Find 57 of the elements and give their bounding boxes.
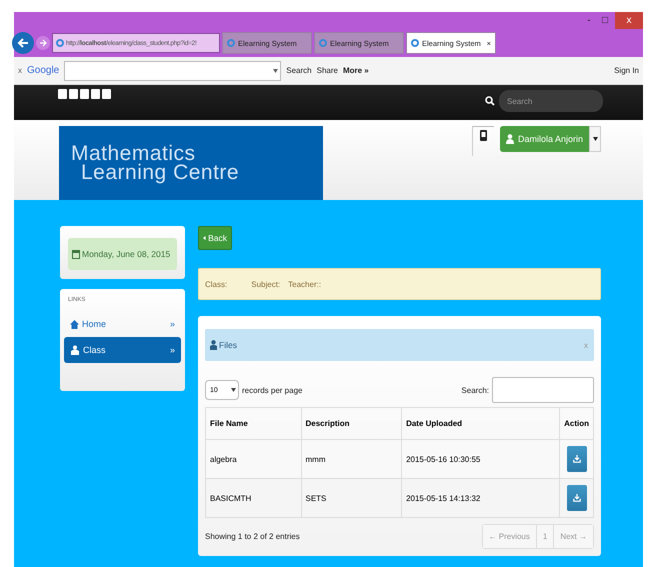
table-search-field[interactable]	[492, 377, 594, 403]
caret-icon	[231, 388, 236, 392]
table-cell: SETS	[301, 478, 402, 518]
download-icon	[572, 454, 581, 464]
person-icon	[70, 345, 80, 355]
more-button[interactable]: More »	[342, 66, 369, 75]
page-icon	[411, 39, 419, 47]
column-header: File Name	[206, 408, 301, 440]
google-search-field[interactable]	[64, 60, 282, 80]
table-cell: 2015-05-15 14:13:32	[402, 478, 560, 518]
page-icon	[227, 39, 235, 47]
back-button[interactable]	[12, 32, 34, 54]
previous-link[interactable]: ← Previous	[482, 525, 536, 548]
caret-icon	[592, 136, 598, 140]
search-button[interactable]: Search	[286, 66, 312, 75]
sign-in-button[interactable]: Sign In	[614, 66, 639, 75]
sidebar-item[interactable]: Class »	[64, 337, 181, 363]
share-button[interactable]: Share	[316, 66, 338, 75]
window-control[interactable]: □	[599, 12, 611, 29]
user-menu-button[interactable]: Damilola Anjorin	[500, 126, 589, 152]
teacher-label: Teacher::	[288, 280, 322, 288]
search-icon	[485, 96, 495, 106]
date-label: Monday, June 08, 2015	[68, 238, 177, 270]
page-icon	[56, 39, 64, 47]
back-button[interactable]: Back	[198, 226, 232, 250]
calendar-icon	[72, 249, 80, 259]
search-field[interactable]: Search	[499, 90, 603, 112]
page-size-label: records per page	[242, 386, 302, 394]
class-label: Class:	[205, 280, 228, 288]
download-button[interactable]	[566, 485, 587, 511]
page-number-link[interactable]: 1	[536, 525, 554, 548]
download-icon	[572, 493, 581, 503]
table-cell: BASICMTH	[206, 478, 301, 518]
left-arrow-icon	[17, 37, 29, 49]
forward-button[interactable]	[36, 36, 50, 50]
phone-icon[interactable]	[472, 126, 494, 156]
column-header: Date Uploaded	[402, 408, 560, 440]
search-label: Search:	[461, 386, 489, 394]
home-icon	[70, 320, 79, 328]
person-icon	[210, 340, 217, 350]
site-logo: Mathematics Learning Centre	[59, 126, 323, 200]
panel-title: Files	[210, 340, 237, 350]
right-arrow-icon	[39, 39, 47, 47]
google-logo: Google	[27, 65, 60, 76]
close-toolbar-button[interactable]: x	[18, 66, 22, 75]
window-control[interactable]: -	[583, 12, 595, 29]
caret-icon	[273, 68, 278, 72]
sidebar-item[interactable]: Home »	[64, 311, 181, 337]
dropdown-button[interactable]	[589, 126, 601, 152]
left-arrow-icon	[203, 234, 206, 242]
user-icon	[506, 134, 514, 144]
download-button[interactable]	[566, 446, 587, 472]
next-link[interactable]: Next →	[553, 525, 593, 548]
window-control[interactable]: x	[615, 12, 643, 29]
subject-label: Subject:	[251, 280, 280, 288]
table-summary: Showing 1 to 2 of 2 entries	[205, 532, 300, 541]
page-icon	[319, 39, 327, 47]
